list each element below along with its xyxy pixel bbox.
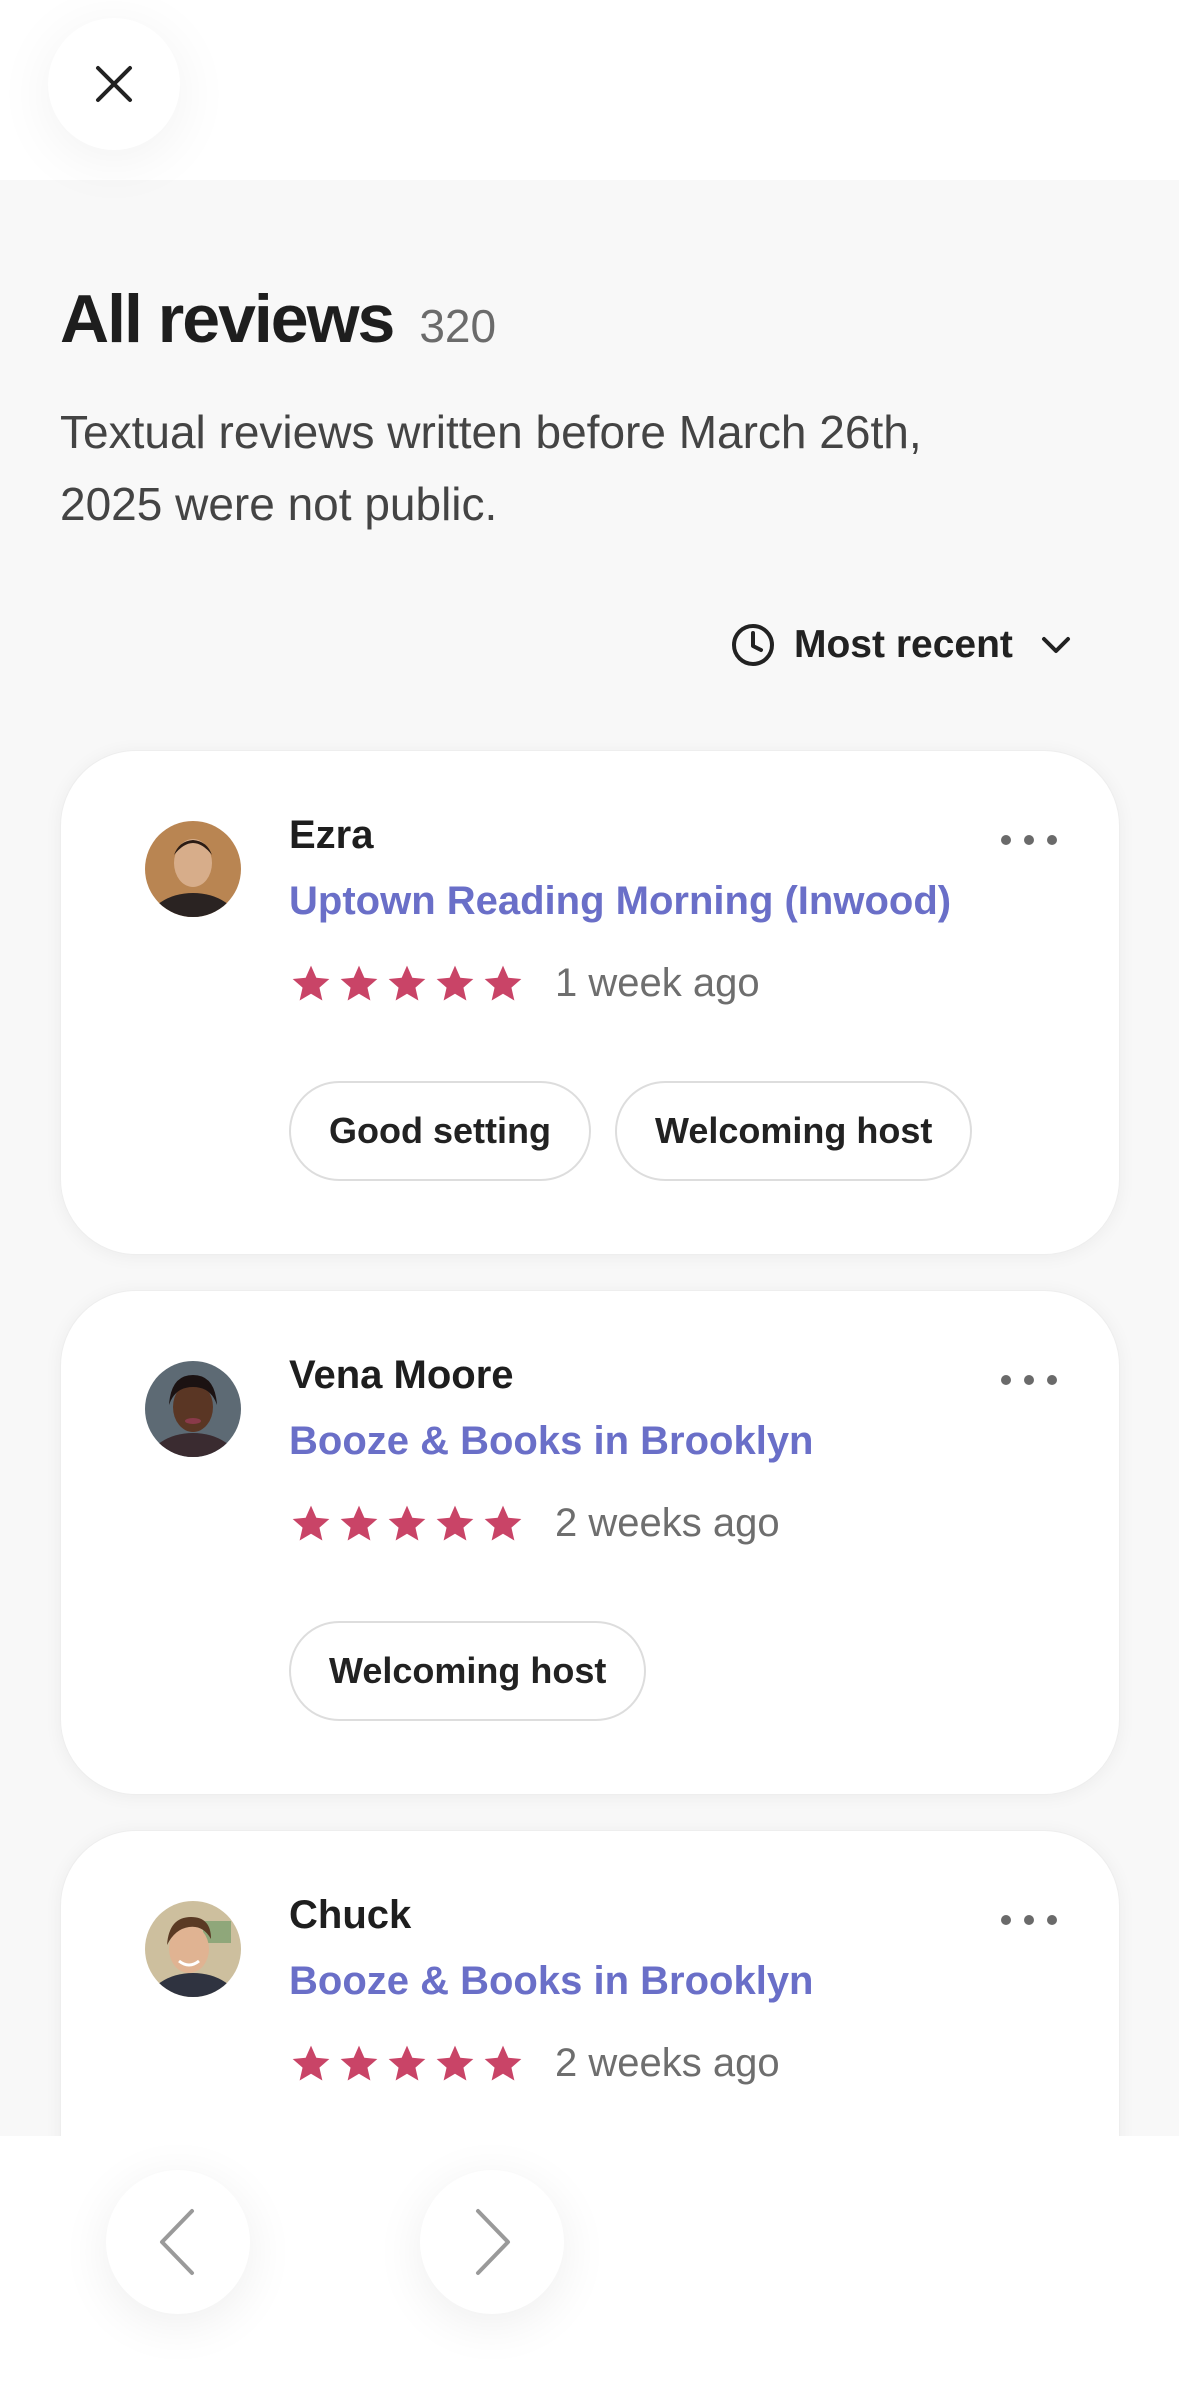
close-icon	[96, 66, 132, 102]
review-tag: Welcoming host	[289, 1621, 647, 1721]
rating-row: 2 weeks ago	[289, 2041, 780, 2086]
review-card: Ezra Uptown Reading Morning (Inwood) 1 w…	[60, 750, 1120, 1255]
chevron-down-icon	[1041, 637, 1070, 653]
review-time: 2 weeks ago	[555, 1501, 780, 1545]
tag-list: Welcoming host	[289, 1621, 647, 1721]
more-dot	[1047, 1375, 1057, 1385]
star-rating	[289, 2042, 525, 2086]
star-rating	[289, 1502, 525, 1546]
review-tag: Welcoming host	[614, 1081, 973, 1181]
sort-dropdown[interactable]: Most recent	[730, 615, 1073, 675]
star-icon	[340, 965, 378, 1000]
reviewer-name: Chuck	[289, 1893, 412, 1937]
review-time: 1 week ago	[555, 961, 760, 1005]
star-icon	[388, 965, 426, 1000]
close-button[interactable]	[48, 18, 180, 150]
rating-row: 1 week ago	[289, 961, 760, 1006]
title-row: All reviews 320	[60, 280, 496, 358]
star-icon	[484, 2045, 522, 2080]
event-link[interactable]: Booze & Books in Brooklyn	[289, 1959, 814, 2004]
avatar	[145, 1901, 241, 1997]
avatar	[145, 1361, 241, 1457]
event-link[interactable]: Booze & Books in Brooklyn	[289, 1419, 814, 1464]
more-dot	[1001, 1375, 1011, 1385]
rating-row: 2 weeks ago	[289, 1501, 780, 1546]
star-icon	[388, 1505, 426, 1540]
more-dot	[1001, 1915, 1011, 1925]
star-icon	[436, 2045, 474, 2080]
page-title: All reviews	[60, 281, 395, 357]
review-card: Vena Moore Booze & Books in Brooklyn 2 w…	[60, 1290, 1120, 1795]
more-dot	[1024, 1915, 1034, 1925]
reviewer-name: Ezra	[289, 813, 374, 857]
star-icon	[292, 1505, 330, 1540]
star-icon	[388, 2045, 426, 2080]
more-dot	[1047, 835, 1057, 845]
previous-button[interactable]	[106, 2170, 250, 2314]
star-rating	[289, 962, 525, 1006]
chevron-left-icon	[160, 2209, 194, 2275]
star-icon	[484, 1505, 522, 1540]
more-options-button[interactable]	[1001, 1907, 1057, 1933]
more-options-button[interactable]	[1001, 827, 1057, 853]
star-icon	[340, 1505, 378, 1540]
star-icon	[340, 2045, 378, 2080]
more-dot	[1047, 1915, 1057, 1925]
next-button[interactable]	[420, 2170, 564, 2314]
star-icon	[292, 2045, 330, 2080]
clock-icon	[732, 624, 774, 666]
star-icon	[484, 965, 522, 1000]
more-dot	[1024, 835, 1034, 845]
tag-list: Good setting Welcoming host	[289, 1081, 973, 1181]
star-icon	[436, 965, 474, 1000]
star-icon	[436, 1505, 474, 1540]
review-time: 2 weeks ago	[555, 2041, 780, 2085]
avatar	[145, 821, 241, 917]
star-icon	[292, 965, 330, 1000]
reviews-notice: Textual reviews written before March 26t…	[60, 406, 922, 530]
event-link[interactable]: Uptown Reading Morning (Inwood)	[289, 879, 951, 924]
reviewer-name: Vena Moore	[289, 1353, 514, 1397]
chevron-right-icon	[476, 2209, 510, 2275]
more-options-button[interactable]	[1001, 1367, 1057, 1393]
review-count: 320	[419, 300, 497, 352]
sort-label: Most recent	[794, 623, 1013, 666]
review-tag: Good setting	[289, 1081, 591, 1181]
more-dot	[1001, 835, 1011, 845]
more-dot	[1024, 1375, 1034, 1385]
